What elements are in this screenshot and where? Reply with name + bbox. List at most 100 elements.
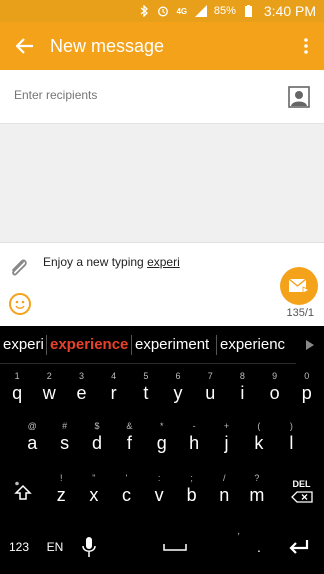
delete-key-label: DEL (292, 479, 311, 489)
4g-icon: 4G (176, 6, 188, 16)
key-p[interactable]: 0p (291, 368, 323, 410)
key-secondary-label: ) (289, 421, 293, 431)
signal-icon (194, 5, 207, 17)
key-label: i (240, 383, 245, 403)
suggestion-typed[interactable]: experi (0, 336, 46, 353)
key-secondary-label: - (192, 421, 196, 431)
microphone-icon (82, 537, 96, 557)
language-key[interactable]: EN (38, 524, 72, 570)
battery-percent: 85% (213, 5, 236, 17)
arrow-back-icon (16, 38, 33, 54)
key-j[interactable]: + j (210, 418, 242, 460)
key-label: y (173, 383, 183, 403)
key-i[interactable]: 8i (226, 368, 258, 410)
key-label: l (289, 433, 294, 453)
key-secondary-label: ! (60, 473, 63, 483)
status-bar: 4G 85% 3:40 PM (0, 0, 324, 22)
key-n[interactable]: / n (208, 470, 241, 512)
space-key[interactable]: , (106, 524, 244, 570)
key-label: u (205, 383, 216, 403)
key-secondary-label: 0 (304, 371, 310, 381)
attach-button[interactable] (8, 257, 30, 279)
enter-key[interactable] (274, 524, 324, 570)
message-thread-area (0, 124, 324, 242)
contact-icon (288, 86, 310, 108)
triangle-right-icon (306, 340, 314, 350)
shift-key[interactable] (0, 470, 45, 512)
key-e[interactable]: 3e (65, 368, 97, 410)
bluetooth-icon (138, 5, 150, 17)
key-label: n (219, 485, 230, 505)
smiley-icon (15, 300, 25, 309)
key-s[interactable]: # s (48, 418, 80, 460)
key-l[interactable]: ) l (275, 418, 307, 460)
key-c[interactable]: ' c (110, 470, 143, 512)
emoji-button[interactable] (9, 293, 31, 315)
message-input[interactable]: Enjoy a new typing experi (43, 255, 180, 269)
overflow-menu-button[interactable] (288, 22, 324, 70)
key-u[interactable]: 7u (194, 368, 226, 410)
key-label: r (110, 383, 117, 403)
composer: Enjoy a new typing experi 135/1 (0, 242, 324, 326)
key-v[interactable]: :v (143, 470, 176, 512)
key-m[interactable]: ? m (241, 470, 274, 512)
key-secondary-label: 5 (143, 371, 149, 381)
key-label: g (156, 433, 167, 453)
key-z[interactable]: ! z (45, 470, 78, 512)
key-label: o (269, 383, 280, 403)
key-label: f (126, 433, 132, 453)
more-vert-icon (304, 38, 308, 54)
key-secondary-label: 8 (239, 371, 245, 381)
paperclip-icon (12, 259, 27, 276)
delete-key[interactable]: DEL (279, 470, 324, 512)
key-k[interactable]: (k (243, 418, 275, 460)
key-secondary-label: 2 (46, 371, 52, 381)
key-label: z (56, 485, 66, 505)
suggestion-item[interactable]: experienc (217, 336, 287, 353)
key-label: a (27, 433, 38, 453)
enter-icon (289, 540, 309, 554)
key-o[interactable]: 9o (259, 368, 291, 410)
key-secondary-label: # (62, 421, 68, 431)
key-d[interactable]: $ d (81, 418, 113, 460)
key-a[interactable]: @ a (16, 418, 48, 460)
status-time: 3:40 PM (263, 3, 316, 19)
suggestion-primary[interactable]: experience (47, 336, 131, 353)
key-h[interactable]: -h (178, 418, 210, 460)
key-y[interactable]: 6y (162, 368, 194, 410)
key-b[interactable]: ; b (175, 470, 208, 512)
key-label: b (186, 485, 197, 505)
key-w[interactable]: 2w (33, 368, 65, 410)
contact-picker-button[interactable] (288, 86, 310, 108)
key-secondary-label: 7 (207, 371, 213, 381)
period-key[interactable]: . (244, 524, 274, 570)
app-bar: New message (0, 22, 324, 70)
key-label: m (249, 485, 265, 505)
key-secondary-label: " (92, 473, 96, 483)
voice-input-key[interactable] (72, 524, 106, 570)
key-t[interactable]: 5t (130, 368, 162, 410)
keyboard-row: @ a # s $ d & f * g - h + j(k) l (0, 418, 324, 460)
symbols-key[interactable]: 123 (0, 524, 38, 570)
suggestion-item[interactable]: experiment (132, 336, 216, 353)
key-g[interactable]: * g (146, 418, 178, 460)
send-mail-icon (288, 278, 310, 294)
key-secondary-label: * (160, 421, 164, 431)
page-title: New message (50, 35, 165, 56)
key-secondary-label: 4 (111, 371, 117, 381)
keyboard: 1q2w3e4r5t6y7u8i9o0p @ a # s $ d & f * g - h + j(k) l … (0, 364, 324, 574)
key-secondary-label: ' (125, 473, 128, 483)
key-q[interactable]: 1q (1, 368, 33, 410)
key-f[interactable]: & f (113, 418, 145, 460)
recipients-input[interactable] (14, 88, 274, 102)
backspace-icon (290, 491, 313, 503)
space-key-secondary: , (237, 526, 240, 537)
suggestions-expand-button[interactable] (296, 326, 324, 364)
back-button[interactable] (0, 22, 50, 70)
key-label: w (42, 383, 56, 403)
key-label: q (12, 383, 23, 403)
key-secondary-label: $ (94, 421, 100, 431)
send-button[interactable] (280, 267, 318, 305)
key-x[interactable]: " x (78, 470, 111, 512)
key-r[interactable]: 4r (98, 368, 130, 410)
